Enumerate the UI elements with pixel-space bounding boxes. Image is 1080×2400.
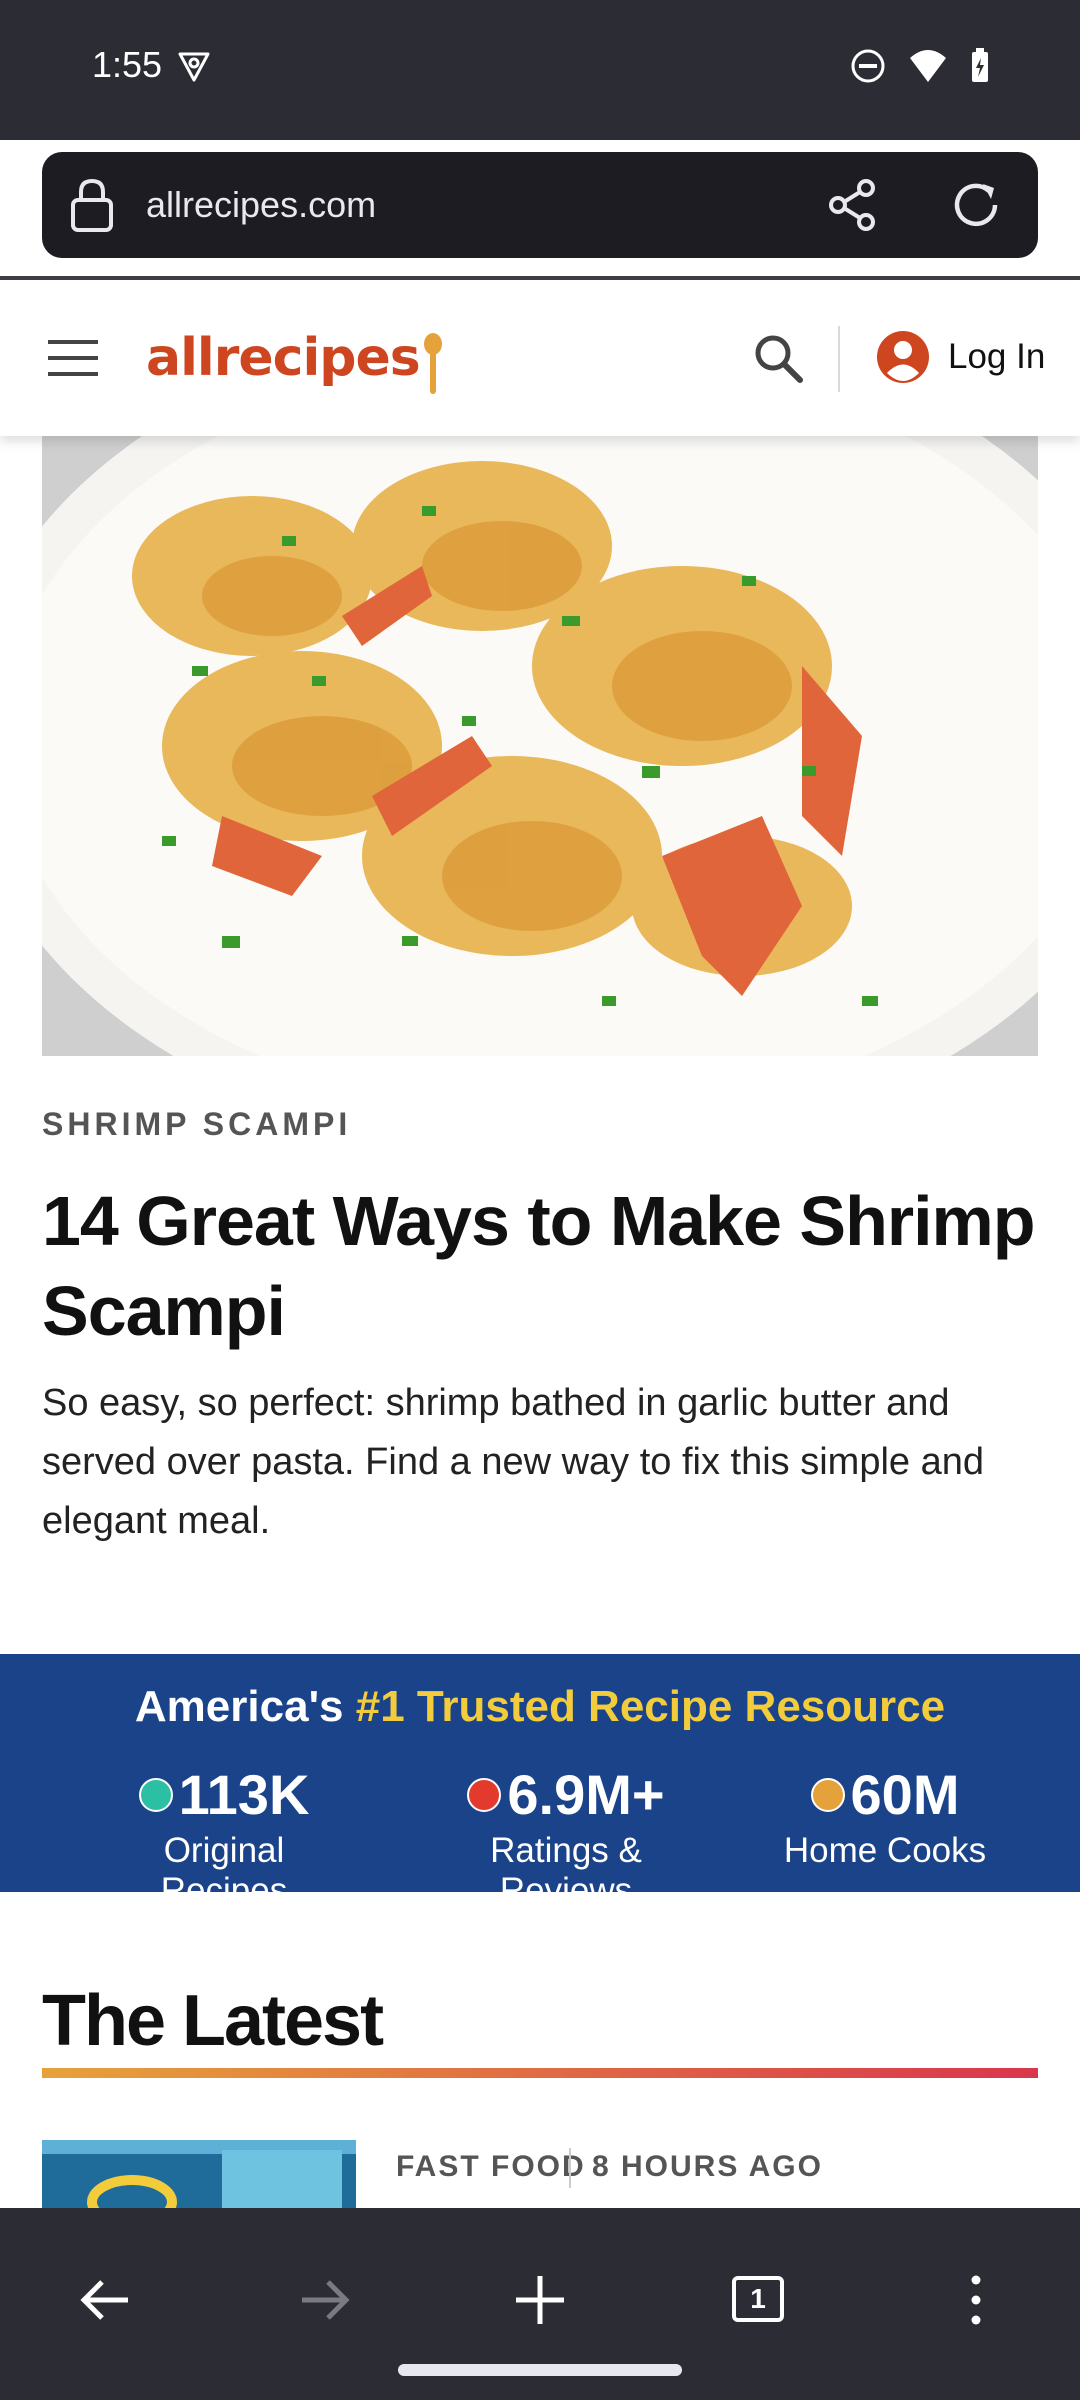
wifi-icon — [910, 50, 946, 82]
latest-item-separator — [569, 2148, 571, 2188]
stat-value: 60M — [850, 1763, 960, 1826]
search-icon[interactable] — [752, 332, 804, 384]
thumbnail-image — [42, 2140, 356, 2210]
hamburger-menu-icon[interactable] — [48, 338, 98, 378]
site-header: allrecipes Log In — [0, 280, 1080, 436]
stat-value: 113K — [178, 1763, 310, 1826]
stat-home-cooks: 60M Home Cooks — [780, 1762, 990, 1871]
login-button[interactable]: Log In — [876, 330, 1045, 384]
login-label: Log In — [948, 337, 1046, 376]
article-description: So easy, so perfect: shrimp bathed in ga… — [42, 1382, 985, 1542]
trust-title-highlight: #1 Trusted Recipe Resource — [355, 1682, 946, 1731]
tab-switcher-button[interactable]: 1 — [728, 2270, 788, 2330]
forward-arrow-icon[interactable] — [294, 2270, 354, 2330]
share-icon[interactable] — [824, 176, 882, 234]
latest-divider — [42, 2068, 1038, 2078]
logo-text: allrecipes — [146, 328, 421, 388]
trust-title-prefix: America's — [134, 1682, 344, 1731]
stat-dot — [467, 1777, 502, 1812]
latest-item-time: 8 HOURS AGO — [592, 2150, 823, 2183]
trust-title: America's #1 Trusted Recipe Resource — [0, 1682, 1080, 1732]
new-tab-plus-icon[interactable] — [510, 2270, 570, 2330]
status-time: 1:55 — [92, 44, 163, 85]
more-options-icon[interactable] — [946, 2270, 1006, 2330]
do-not-disturb-icon — [851, 49, 885, 83]
article-title[interactable]: 14 Great Ways to Make Shrimp Scampi — [42, 1176, 1042, 1356]
status-bar: 1:55 allrecipes.com — [0, 0, 1080, 258]
header-divider — [838, 326, 840, 392]
stat-dot — [810, 1777, 845, 1812]
reload-icon[interactable] — [947, 176, 1005, 234]
stat-dot — [138, 1777, 173, 1812]
stat-label: Ratings & Reviews — [490, 1831, 642, 1910]
stat-reviews: 6.9M+ Ratings & Reviews — [420, 1762, 712, 1911]
latest-heading: The Latest — [42, 1981, 384, 2061]
vpn-key-icon — [178, 52, 210, 82]
hero-image — [42, 436, 1038, 1056]
trust-banner: America's #1 Trusted Recipe Resource 113… — [0, 1654, 1080, 1910]
battery-charging-icon — [972, 48, 988, 82]
stat-recipes: 113K Original Recipes — [96, 1762, 352, 1911]
stat-label: Home Cooks — [783, 1831, 987, 1870]
article-category[interactable]: SHRIMP SCAMPI — [42, 1106, 351, 1143]
status-icons — [850, 48, 990, 84]
tab-count: 1 — [750, 2283, 766, 2314]
url-text[interactable]: allrecipes.com — [146, 184, 376, 226]
latest-item-tag[interactable]: FAST FOOD — [396, 2150, 586, 2184]
shrimp-scampi-photo[interactable] — [42, 436, 1038, 1056]
back-arrow-icon[interactable] — [76, 2270, 136, 2330]
allrecipes-logo[interactable]: allrecipes — [146, 328, 442, 398]
stat-value: 6.9M+ — [507, 1763, 665, 1826]
spoon-icon — [423, 333, 442, 394]
lock-icon — [71, 178, 113, 232]
latest-item-thumbnail[interactable] — [42, 2140, 356, 2210]
address-bar[interactable]: allrecipes.com — [42, 152, 1038, 258]
stat-label: Original Recipes — [160, 1831, 288, 1910]
user-avatar-icon — [877, 331, 929, 383]
home-gesture-bar[interactable] — [398, 2364, 682, 2376]
